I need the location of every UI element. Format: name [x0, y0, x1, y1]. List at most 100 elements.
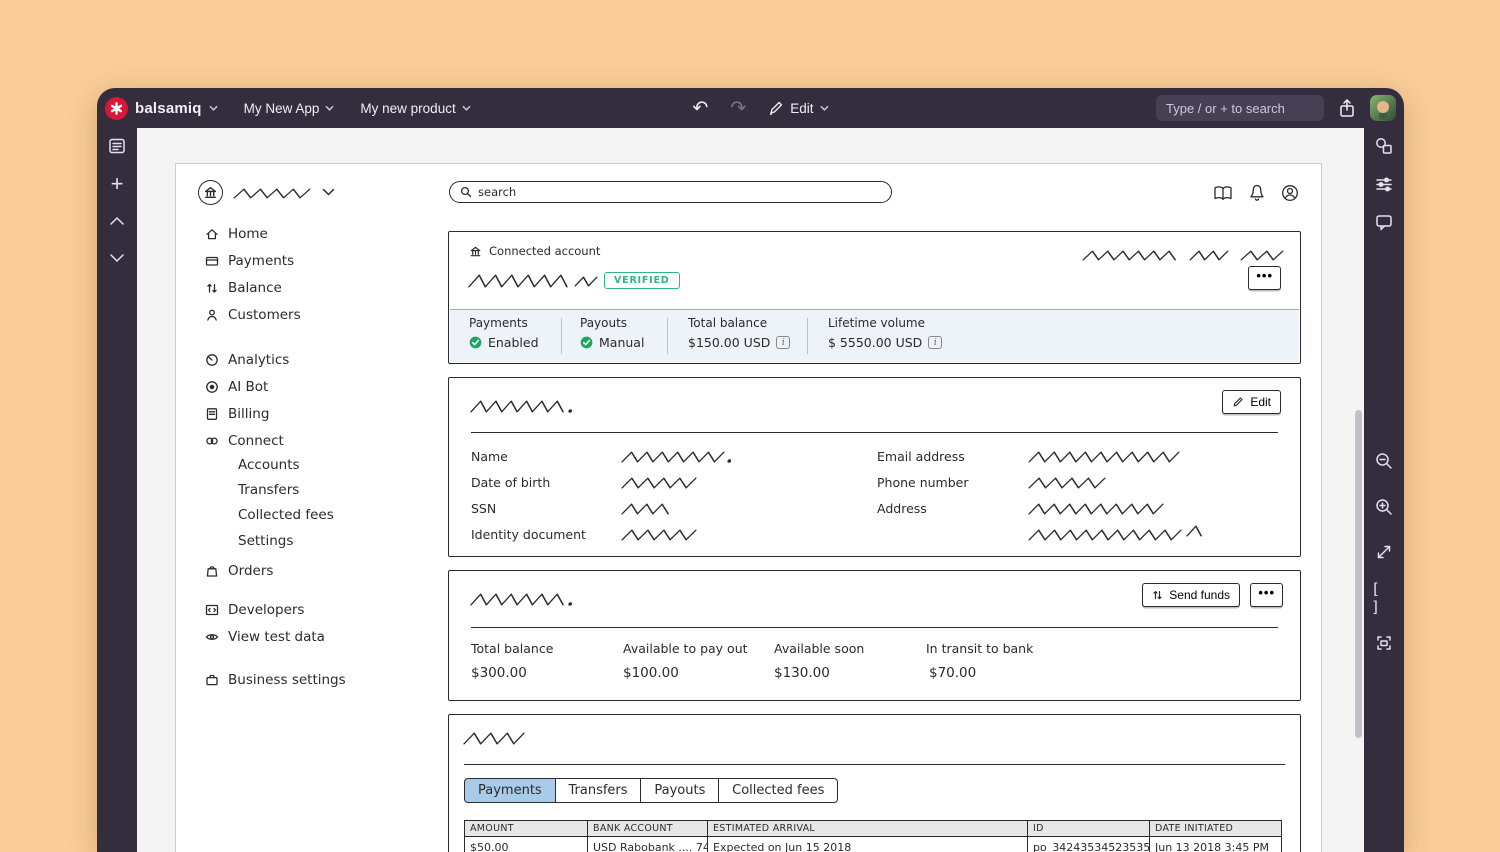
sidebar-item-transfers[interactable]: Transfers	[238, 478, 299, 502]
sidebar-item-label: Transfers	[238, 482, 299, 498]
chevron-down-icon[interactable]	[104, 245, 130, 271]
project-menu[interactable]: My New App	[244, 101, 335, 116]
redo-button[interactable]: ↷	[730, 99, 746, 118]
mockup-search-input[interactable]: search	[449, 181, 892, 203]
edit-menu[interactable]: Edit	[768, 100, 828, 116]
account-overflow-menu-button[interactable]: •••	[1248, 266, 1281, 290]
table-header-date-initiated: DATE INITIATED	[1150, 821, 1281, 837]
notifications-bell-icon[interactable]	[1246, 182, 1268, 204]
table-header-id: ID	[1028, 821, 1150, 837]
sidebar-item-billing[interactable]: Billing	[204, 402, 269, 426]
sidebar-item-label: Home	[228, 226, 268, 242]
sidebar-item-business-settings[interactable]: Business settings	[204, 668, 346, 692]
balsamiq-menu[interactable]: balsamiq	[105, 97, 218, 120]
wireframe-mockup: search Home Payments Balance	[175, 163, 1322, 852]
cell-id: po_34243534523535	[1028, 837, 1150, 852]
ui-elements-icon[interactable]	[1371, 133, 1397, 159]
placeholder-squiggle	[234, 188, 310, 199]
zoom-in-icon[interactable]	[1371, 494, 1397, 520]
share-icon[interactable]	[1338, 98, 1356, 118]
invoice-icon	[204, 407, 219, 422]
docs-book-icon[interactable]	[1212, 182, 1234, 204]
edit-profile-button[interactable]: Edit	[1222, 390, 1281, 414]
field-value-squiggle	[1029, 451, 1179, 463]
editor-canvas[interactable]: search Home Payments Balance	[137, 128, 1364, 852]
activity-card: Payments Transfers Payouts Collected fee…	[448, 714, 1301, 852]
add-element-button[interactable]: +	[104, 171, 130, 197]
canvas-scrollbar[interactable]	[1355, 410, 1362, 738]
balsamiq-editor-window: balsamiq My New App My new product ↶ ↷ E…	[97, 88, 1404, 852]
chevron-down-icon[interactable]	[322, 188, 335, 196]
sidebar-item-connect[interactable]: Connect	[204, 429, 284, 453]
sidebar-item-settings[interactable]: Settings	[238, 529, 293, 553]
sidebar-item-collected-fees[interactable]: Collected fees	[238, 503, 334, 527]
home-icon	[204, 227, 219, 242]
balance-stat-label: In transit to bank	[926, 641, 1033, 656]
field-label: Identity document	[471, 527, 586, 542]
sidebar-item-view-test-data[interactable]: View test data	[204, 625, 325, 649]
page-menu[interactable]: My new product	[360, 101, 470, 116]
tab-collected-fees[interactable]: Collected fees	[718, 778, 838, 803]
zoom-out-icon[interactable]	[1371, 448, 1397, 474]
table-header-estimated-arrival: ESTIMATED ARRIVAL	[708, 821, 1028, 837]
expand-fullscreen-icon[interactable]	[1371, 539, 1397, 565]
tab-transfers[interactable]: Transfers	[555, 778, 642, 803]
topbar-right: Type / or + to search	[1156, 95, 1396, 121]
chevron-down-icon	[462, 105, 471, 111]
mockup-logo-icon[interactable]	[198, 180, 223, 205]
person-icon	[204, 308, 219, 323]
table-header-amount: AMOUNT	[465, 821, 588, 837]
table-row[interactable]: $50.00 USD Rabobank .... 741 Expected on…	[465, 837, 1281, 852]
undo-button[interactable]: ↶	[692, 99, 708, 118]
fit-to-screen-icon[interactable]	[1371, 630, 1397, 656]
sidebar-item-label: Orders	[228, 563, 273, 579]
field-value-squiggle	[1187, 525, 1203, 537]
sidebar-item-balance[interactable]: Balance	[204, 276, 282, 300]
sidebar-item-developers[interactable]: Developers	[204, 598, 304, 622]
account-person-icon[interactable]	[1279, 182, 1301, 204]
editor-topbar: balsamiq My New App My new product ↶ ↷ E…	[97, 88, 1404, 128]
sidebar-item-analytics[interactable]: Analytics	[204, 348, 289, 372]
sidebar-item-label: Balance	[228, 280, 282, 296]
sidebar-item-label: Analytics	[228, 352, 289, 368]
pencil-icon	[768, 100, 784, 116]
chevron-down-icon	[820, 105, 829, 111]
sidebar-item-orders[interactable]: Orders	[204, 559, 273, 583]
tab-payouts[interactable]: Payouts	[640, 778, 719, 803]
field-label: Address	[877, 501, 927, 516]
brand-label: balsamiq	[135, 100, 202, 117]
balance-overflow-menu-button[interactable]: •••	[1250, 583, 1283, 607]
user-avatar[interactable]	[1370, 95, 1396, 121]
briefcase-icon	[204, 673, 219, 688]
balance-stat-value: $130.00	[774, 665, 830, 681]
sidebar-item-label: Payments	[228, 253, 294, 269]
profile-details-card: Edit Name Date of birth SSN Identity doc…	[448, 377, 1301, 557]
sidebar-item-customers[interactable]: Customers	[204, 303, 301, 327]
ui-library-panel-icon[interactable]	[104, 133, 130, 159]
connected-account-card: Connected account VERIFIED •••	[448, 231, 1301, 364]
sidebar-item-ai-bot[interactable]: AI Bot	[204, 375, 268, 399]
stat-payouts: Payouts Manual	[580, 316, 644, 350]
sidebar-item-payments[interactable]: Payments	[204, 249, 294, 273]
verified-badge: VERIFIED	[604, 272, 680, 289]
send-funds-button[interactable]: Send funds	[1142, 583, 1240, 607]
chevron-up-icon[interactable]	[104, 208, 130, 234]
brackets-icon[interactable]: [ ]	[1371, 585, 1397, 611]
sidebar-item-label: View test data	[228, 629, 325, 645]
sidebar-item-home[interactable]: Home	[204, 222, 268, 246]
account-stats-band: Payments Enabled Payouts Manual	[450, 309, 1299, 362]
pencil-icon	[1232, 396, 1244, 408]
tab-payments[interactable]: Payments	[464, 778, 556, 803]
chevron-down-icon	[325, 105, 334, 111]
quick-search-placeholder: Type / or + to search	[1166, 101, 1285, 116]
comments-icon[interactable]	[1371, 209, 1397, 235]
field-value-squiggle	[622, 451, 734, 463]
quick-search-input[interactable]: Type / or + to search	[1156, 95, 1324, 121]
cell-estimated-arrival: Expected on Jun 15 2018	[708, 837, 1028, 852]
info-icon[interactable]: i	[776, 336, 790, 349]
sidebar-item-accounts[interactable]: Accounts	[238, 453, 300, 477]
info-icon[interactable]: i	[928, 336, 942, 349]
sidebar-item-label: Connect	[228, 433, 284, 449]
balance-stat-value: $70.00	[929, 665, 976, 681]
properties-sliders-icon[interactable]	[1371, 171, 1397, 197]
